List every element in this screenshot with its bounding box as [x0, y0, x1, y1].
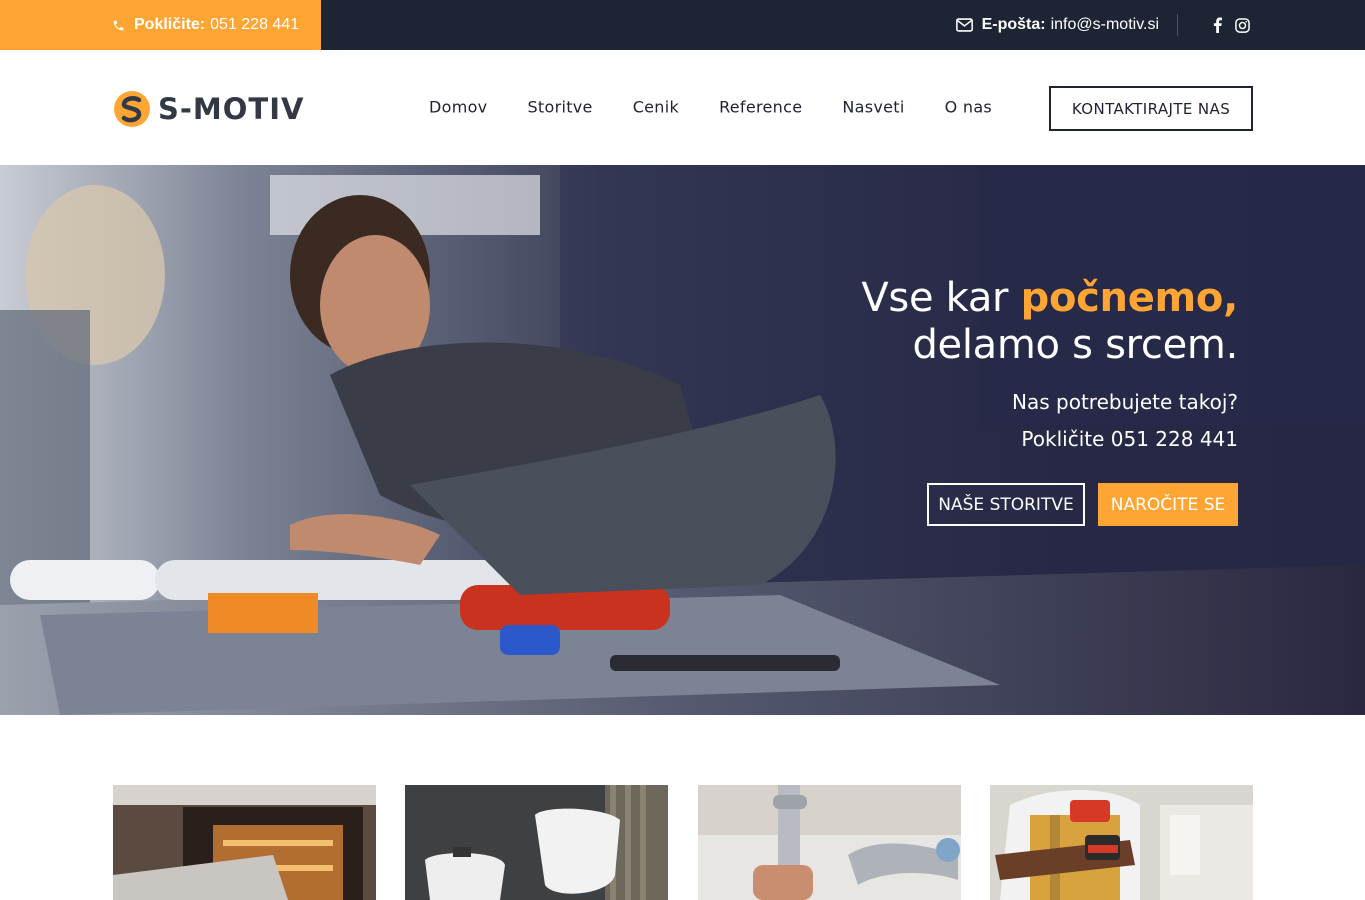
- header: S-MOTIV Domov Storitve Cenik Reference N…: [0, 50, 1365, 165]
- bathroom-image: [405, 785, 668, 900]
- contact-button[interactable]: KONTAKTIRAJTE NAS: [1049, 86, 1253, 131]
- plumbing-image: [698, 785, 961, 900]
- hero-buttons: NAŠE STORITVE NAROČITE SE: [927, 483, 1238, 526]
- logo-icon: [114, 91, 150, 127]
- nav-cenik[interactable]: Cenik: [633, 98, 679, 117]
- hero-text: Vse kar počnemo, delamo s srcem. Nas pot…: [861, 275, 1238, 450]
- mail-icon: [955, 18, 973, 32]
- instagram-icon[interactable]: [1234, 17, 1250, 33]
- service-card-plumbing[interactable]: [698, 785, 961, 900]
- hero-subtitle: Nas potrebujete takoj?: [1012, 390, 1238, 414]
- email-value[interactable]: info@s-motiv.si: [1051, 16, 1159, 34]
- hero-title: Vse kar počnemo, delamo s srcem.: [861, 275, 1238, 369]
- hero: Vse kar počnemo, delamo s srcem. Nas pot…: [0, 165, 1365, 715]
- phone-value[interactable]: 051 228 441: [210, 16, 299, 34]
- nav-nasveti[interactable]: Nasveti: [842, 98, 904, 117]
- phone-block[interactable]: Pokličite: 051 228 441: [0, 0, 321, 50]
- nav-reference[interactable]: Reference: [719, 98, 802, 117]
- email-label: E-pošta:: [981, 16, 1046, 33]
- handyman-image: [990, 785, 1253, 900]
- nav-domov[interactable]: Domov: [429, 98, 487, 117]
- oven-image: [113, 785, 376, 900]
- logo[interactable]: S-MOTIV: [112, 89, 304, 129]
- hero-title-accent: počnemo,: [1020, 275, 1239, 321]
- nav-storitve[interactable]: Storitve: [527, 98, 592, 117]
- phone-label: Pokličite:: [134, 16, 206, 33]
- service-card-oven[interactable]: [113, 785, 376, 900]
- top-bar: Pokličite: 051 228 441 E-pošta: info@s-m…: [0, 0, 1365, 50]
- hero-phone[interactable]: Pokličite 051 228 441: [861, 428, 1238, 450]
- logo-text: S-MOTIV: [158, 92, 305, 126]
- phone-icon: [113, 20, 124, 30]
- service-card-bathroom[interactable]: [405, 785, 668, 900]
- hero-title-part1: Vse kar: [861, 275, 1021, 321]
- topbar-divider: [1177, 14, 1178, 36]
- services-section: [0, 715, 1365, 900]
- main-nav: Domov Storitve Cenik Reference Nasveti O…: [429, 98, 992, 117]
- our-services-button[interactable]: NAŠE STORITVE: [927, 483, 1085, 526]
- hero-title-line2: delamo s srcem.: [912, 322, 1238, 368]
- service-card-handyman[interactable]: [990, 785, 1253, 900]
- topbar-right: E-pošta: info@s-motiv.si: [955, 0, 1250, 50]
- facebook-icon[interactable]: [1209, 17, 1225, 33]
- nav-o-nas[interactable]: O nas: [945, 98, 992, 117]
- order-button[interactable]: NAROČITE SE: [1098, 483, 1238, 526]
